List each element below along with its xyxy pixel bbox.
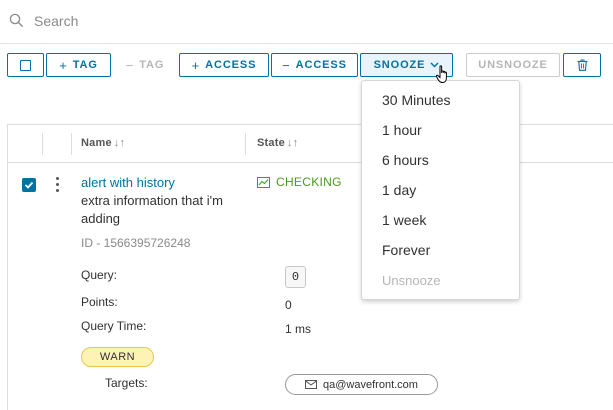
menu-item-1-day[interactable]: 1 day xyxy=(382,182,416,198)
alerts-table: Name ↓↑ State ↓↑ alert with history extra … xyxy=(7,124,613,410)
query-value: 0 xyxy=(285,266,306,288)
select-all-checkbox[interactable] xyxy=(7,53,44,77)
sort-icon[interactable]: ↓↑ xyxy=(114,137,125,149)
chart-icon xyxy=(257,176,270,188)
column-separator xyxy=(71,133,72,155)
email-icon xyxy=(305,380,318,389)
column-separator xyxy=(42,133,43,155)
add-tag-button[interactable]: + TAG xyxy=(46,53,111,77)
plus-icon: + xyxy=(59,57,68,73)
row-checkbox[interactable] xyxy=(22,178,36,192)
add-access-button[interactable]: + ACCESS xyxy=(179,53,269,77)
search-icon xyxy=(9,13,24,28)
target-chip: qa@wavefront.com xyxy=(285,374,438,395)
sort-icon[interactable]: ↓↑ xyxy=(287,137,298,149)
delete-button[interactable] xyxy=(563,53,601,77)
menu-item-forever[interactable]: Forever xyxy=(382,242,430,258)
points-label: Points: xyxy=(81,295,118,309)
minus-icon: − xyxy=(125,57,135,73)
targets-label: Targets: xyxy=(105,376,148,390)
alert-state: CHECKING xyxy=(257,175,342,189)
kebab-icon[interactable] xyxy=(56,177,60,193)
minus-icon: − xyxy=(282,57,291,73)
snooze-menu: 30 Minutes 1 hour 6 hours 1 day 1 week F… xyxy=(361,80,520,300)
checkbox-square xyxy=(20,59,31,71)
checkmark-icon xyxy=(24,181,34,189)
hand-cursor-icon xyxy=(435,65,447,84)
column-header-state[interactable]: State ↓↑ xyxy=(257,137,298,149)
severity-badge: WARN xyxy=(81,347,154,367)
alert-name-link[interactable]: alert with history xyxy=(81,175,175,190)
remove-access-button[interactable]: − ACCESS xyxy=(271,53,358,77)
query-label: Query: xyxy=(81,268,118,282)
trash-icon xyxy=(577,59,587,71)
column-header-name[interactable]: Name ↓↑ xyxy=(81,137,125,149)
points-value: 0 xyxy=(285,298,292,312)
alert-description: extra information that i'm adding xyxy=(81,193,223,226)
menu-item-30-minutes[interactable]: 30 Minutes xyxy=(382,92,450,108)
plus-icon: + xyxy=(191,57,201,73)
search-input[interactable] xyxy=(34,10,594,32)
table-header: Name ↓↑ State ↓↑ xyxy=(8,125,613,163)
menu-item-1-week[interactable]: 1 week xyxy=(382,212,426,228)
query-time-label: Query Time: xyxy=(81,319,147,333)
menu-item-6-hours[interactable]: 6 hours xyxy=(382,152,429,168)
menu-item-1-hour[interactable]: 1 hour xyxy=(382,122,422,138)
menu-item-unsnooze: Unsnooze xyxy=(382,273,441,288)
query-time-value: 1 ms xyxy=(285,322,312,336)
alert-id: ID - 1566395726248 xyxy=(81,236,191,250)
column-separator xyxy=(245,133,246,155)
remove-tag-button[interactable]: − TAG xyxy=(113,53,177,77)
unsnooze-button[interactable]: UNSNOOZE xyxy=(466,53,560,77)
search-bar xyxy=(0,0,613,44)
